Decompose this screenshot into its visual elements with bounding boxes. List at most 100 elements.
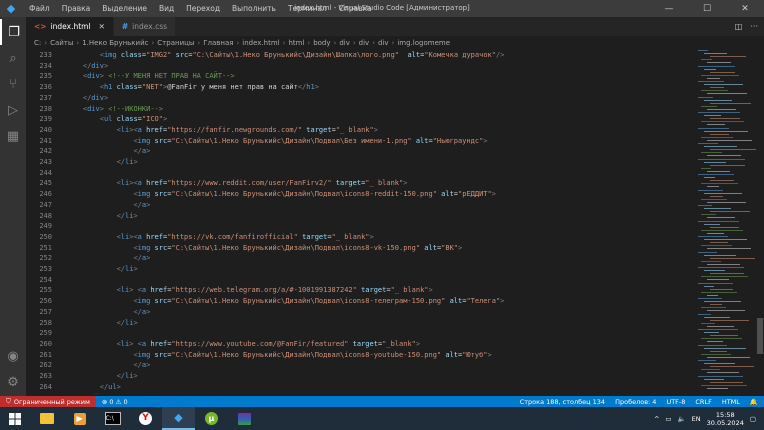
indentation[interactable]: Пробелов: 4 (615, 398, 656, 406)
code-line[interactable]: 240 <li><a href="https://fanfir.newgroun… (26, 125, 686, 136)
code-line[interactable]: 246 <img src="C:\Сайты\1.Неко Брунькийс\… (26, 189, 686, 200)
line-ending[interactable]: CRLF (695, 398, 711, 406)
maximize-icon[interactable]: ☐ (688, 0, 726, 17)
breadcrumb-item[interactable]: C: (34, 39, 41, 47)
notifications-bell-icon[interactable]: 🔔 (750, 398, 758, 406)
menu-item[interactable]: Терминал (282, 4, 333, 13)
restricted-mode-indicator[interactable]: ⛉ Ограниченный режим (0, 396, 96, 407)
code-line[interactable]: 260 <li> <a href="https://www.youtube.co… (26, 339, 686, 350)
vertical-scrollbar[interactable] (756, 50, 764, 394)
breadcrumb-item[interactable]: Сайты (50, 39, 73, 47)
media-player-icon[interactable]: ▶ (63, 407, 96, 430)
code-line[interactable]: 239 <ul class="ICO"> (26, 114, 686, 125)
menu-item[interactable]: Выполнить (226, 4, 282, 13)
breadcrumb-item[interactable]: html (288, 39, 304, 47)
code-line[interactable]: 248 </li> (26, 211, 686, 222)
close-tab-icon[interactable]: ✕ (99, 22, 105, 31)
code-editor[interactable]: 233 <img class="IMG2" src="C:\Сайты\1.Не… (26, 50, 694, 394)
breadcrumb-item[interactable]: index.html (242, 39, 279, 47)
code-line[interactable]: 264 </ul> (26, 382, 686, 393)
settings-gear-icon[interactable]: ⚙ (0, 369, 26, 395)
code-line[interactable]: 253 </li> (26, 264, 686, 275)
code-line[interactable]: 256 <img src="C:\Сайты\1.Неко Брунькийс\… (26, 296, 686, 307)
code-line[interactable]: 243 </li> (26, 157, 686, 168)
minimap-line (698, 267, 744, 268)
close-icon[interactable]: ✕ (726, 0, 764, 17)
breadcrumb-item[interactable]: Главная (203, 39, 233, 47)
code-line[interactable]: 258 </li> (26, 318, 686, 329)
breadcrumb-item[interactable]: div (339, 39, 350, 47)
windows-start-icon[interactable] (0, 407, 30, 430)
code-line[interactable]: 265 </div> (26, 392, 686, 394)
keyboard-language[interactable]: EN (692, 415, 701, 423)
vscode-icon[interactable]: ◆ (162, 407, 195, 430)
minimap-line (710, 195, 723, 197)
code-line[interactable]: 261 <img src="C:\Сайты\1.Неко Брунькийс\… (26, 350, 686, 361)
breadcrumb-item[interactable]: body (313, 39, 330, 47)
tab-index-html[interactable]: <> index.html ✕ (26, 17, 114, 36)
minimize-icon[interactable]: — (650, 0, 688, 17)
breadcrumb-item[interactable]: div (378, 39, 389, 47)
minimap-line (704, 378, 724, 380)
line-number: 236 (39, 83, 52, 92)
problems-icon[interactable]: ⊗ 0 ⚠ 0 (102, 398, 128, 406)
clock[interactable]: 15:58 30.05.2024 (707, 411, 744, 427)
code-line[interactable]: 236 <h1 class="NET">@FanFir у меня нет п… (26, 82, 686, 93)
code-text: </div> (82, 61, 109, 70)
encoding[interactable]: UTF-8 (666, 398, 685, 406)
scrollbar-thumb[interactable] (757, 318, 763, 354)
code-line[interactable]: 242 </a> (26, 146, 686, 157)
notifications-icon[interactable]: ▢ (750, 415, 756, 423)
code-line[interactable]: 244 (26, 168, 686, 179)
source-control-icon[interactable]: ⑂ (0, 71, 26, 97)
menu-item[interactable]: Переход (180, 4, 226, 13)
code-line[interactable]: 235 <div> <!--У МЕНЯ НЕТ ПРАВ НА САЙТ--> (26, 71, 686, 82)
more-actions-icon[interactable]: ··· (750, 22, 758, 31)
cursor-position[interactable]: Строка 188, столбец 134 (520, 398, 605, 406)
code-line[interactable]: 249 (26, 221, 686, 232)
tab-index-css[interactable]: # index.css (113, 17, 177, 36)
language-mode[interactable]: HTML (722, 398, 740, 406)
code-line[interactable]: 259 (26, 328, 686, 339)
code-line[interactable]: 252 </a> (26, 253, 686, 264)
minimap[interactable] (694, 50, 756, 394)
breadcrumb-item[interactable]: 1.Неко Брунькийс (82, 39, 148, 47)
extensions-icon[interactable]: ▦ (0, 123, 26, 149)
explorer-files-icon[interactable]: ❐ (0, 19, 26, 45)
code-line[interactable]: 238 <div> <!--ИКОНКИ--> (26, 104, 686, 115)
winrar-icon[interactable] (228, 407, 261, 430)
code-line[interactable]: 254 (26, 275, 686, 286)
menu-item[interactable]: Файл (23, 4, 56, 13)
code-line[interactable]: 233 <img class="IMG2" src="C:\Сайты\1.Не… (26, 50, 686, 61)
terminal-icon[interactable]: C:\ (96, 407, 129, 430)
menu-item[interactable]: Справка (333, 4, 378, 13)
utorrent-icon[interactable]: µ (195, 407, 228, 430)
search-icon[interactable]: ⌕ (0, 45, 26, 71)
explorer-icon[interactable] (30, 407, 63, 430)
yandex-browser-icon[interactable]: Y (129, 407, 162, 430)
minimap-line (701, 338, 742, 340)
network-icon[interactable]: ▭ (665, 415, 671, 423)
menu-item[interactable]: Выделение (96, 4, 153, 13)
account-icon[interactable]: ◉ (0, 343, 26, 369)
menu-item[interactable]: Вид (153, 4, 180, 13)
menu-item[interactable]: Правка (56, 4, 97, 13)
breadcrumb-item[interactable]: img.logomeme (397, 39, 450, 47)
breadcrumb-item[interactable]: Страницы (157, 39, 194, 47)
code-line[interactable]: 250 <li><a href="https://vk.com/fanfirof… (26, 232, 686, 243)
tray-chevron-icon[interactable]: ^ (654, 415, 659, 423)
code-line[interactable]: 245 <li><a href="https://www.reddit.com/… (26, 178, 686, 189)
run-debug-icon[interactable]: ▷ (0, 97, 26, 123)
code-line[interactable]: 255 <li> <a href="https://web.telegram.o… (26, 285, 686, 296)
code-line[interactable]: 257 </a> (26, 307, 686, 318)
code-line[interactable]: 262 </a> (26, 360, 686, 371)
breadcrumb-item[interactable]: div (359, 39, 370, 47)
volume-icon[interactable]: 🔈 (678, 415, 686, 423)
code-line[interactable]: 237 </div> (26, 93, 686, 104)
code-line[interactable]: 263 </li> (26, 371, 686, 382)
split-editor-icon[interactable]: ◫ (735, 22, 743, 31)
code-line[interactable]: 251 <img src="C:\Сайты\1.Неко Брунькийс\… (26, 243, 686, 254)
code-line[interactable]: 247 </a> (26, 200, 686, 211)
code-line[interactable]: 241 <img src="C:\Сайты\1.Неко Брунькийс\… (26, 136, 686, 147)
code-line[interactable]: 234 </div> (26, 61, 686, 72)
